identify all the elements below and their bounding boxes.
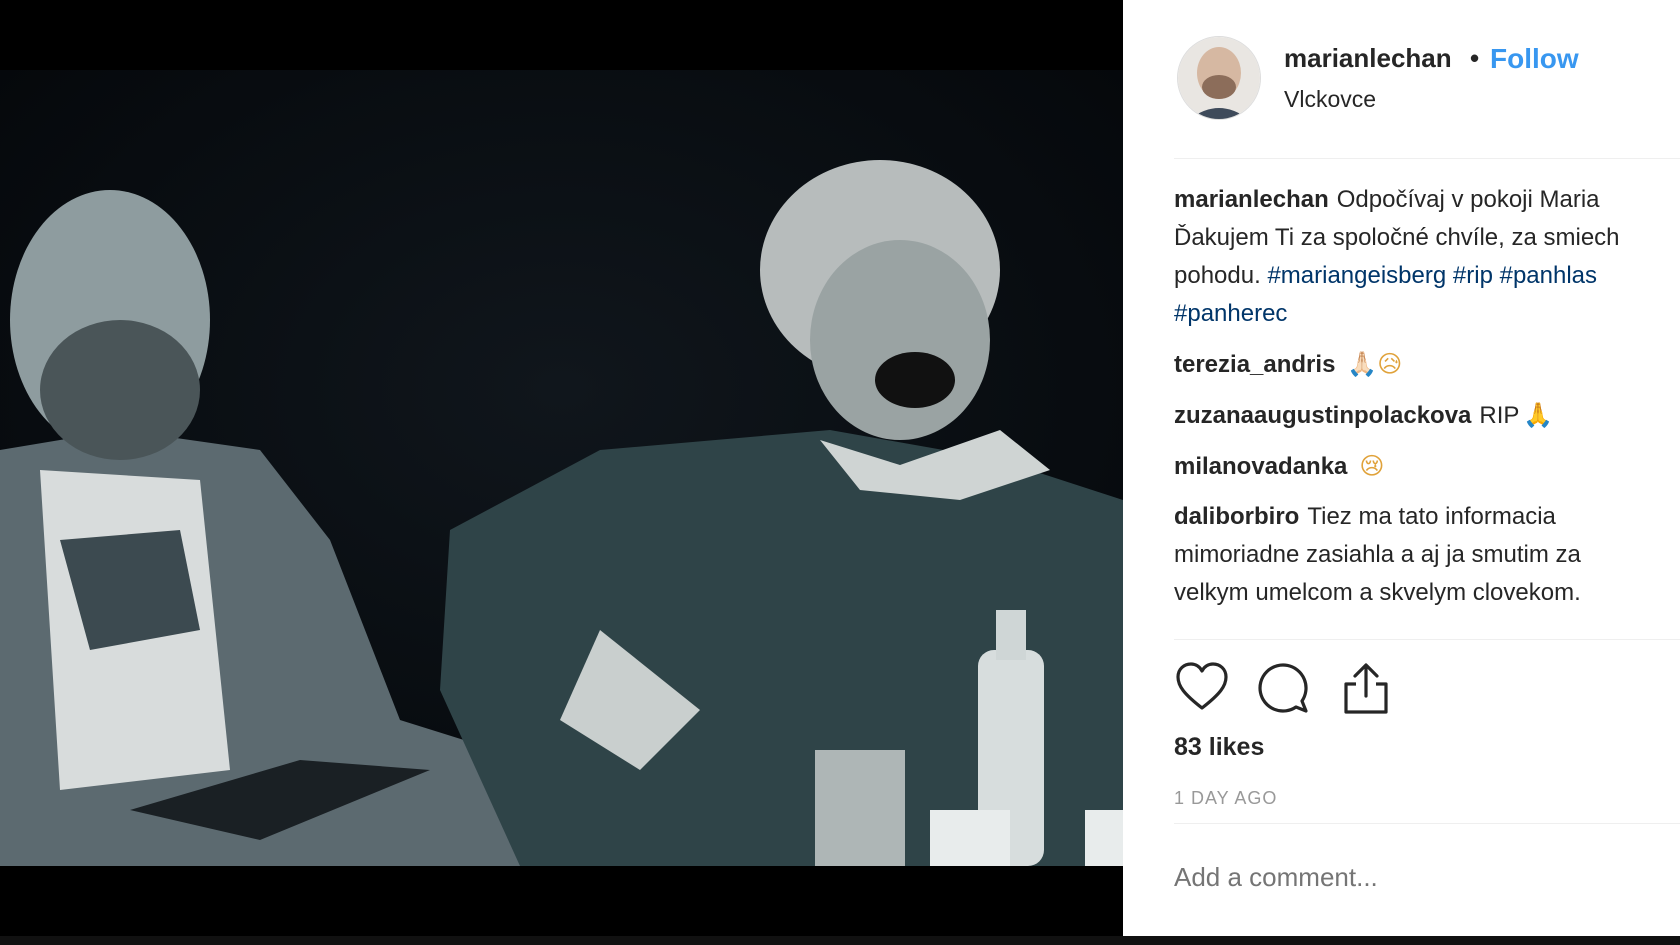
comment-text: Tiez ma tato informacia	[1307, 503, 1556, 530]
post-username[interactable]: marianlechan	[1284, 43, 1452, 74]
caption: marianlechan Odpočívaj v pokoji Maria Ďak…	[1174, 181, 1680, 333]
comment-emoji: 🙏🏻😥	[1347, 350, 1403, 378]
divider	[1174, 158, 1680, 159]
caption-line: Ďakujem Ti za spoločné chvíle, za smiech	[1174, 224, 1620, 251]
post-sidebar: marianlechan • Follow Vlckovce marianlec…	[1123, 0, 1680, 936]
caption-username[interactable]: marianlechan	[1174, 186, 1329, 213]
hashtag-link[interactable]: #rip	[1453, 262, 1493, 289]
avatar[interactable]	[1177, 36, 1261, 120]
separator-dot: •	[1470, 43, 1480, 73]
photo-illustration	[0, 70, 1123, 866]
post-photo[interactable]	[0, 70, 1123, 866]
comment-emoji: 🙏	[1523, 401, 1554, 429]
comment-line: velkym umelcom a skvelym clovekom.	[1174, 579, 1581, 606]
comment-username[interactable]: milanovadanka	[1174, 453, 1347, 480]
heart-icon[interactable]	[1174, 660, 1230, 716]
comment-emoji: 😢	[1359, 452, 1385, 480]
caption-line: pohodu. #mariangeisberg #rip #panhlas	[1174, 257, 1680, 295]
post-image-pane	[0, 0, 1123, 945]
comment-item: zuzanaaugustinpolackova RIP 🙏	[1174, 396, 1680, 435]
comment-line: daliborbiro Tiez ma tato informacia	[1174, 498, 1680, 536]
hashtag-link[interactable]: #mariangeisberg	[1267, 262, 1446, 289]
caption-line: #panherec	[1174, 295, 1680, 333]
hashtag-link[interactable]: #panhlas	[1500, 262, 1597, 289]
divider	[1174, 639, 1680, 640]
comment-icon[interactable]	[1256, 660, 1312, 716]
post-timestamp[interactable]: 1 DAY AGO	[1174, 788, 1277, 809]
add-comment-input[interactable]	[1174, 862, 1654, 893]
divider	[1174, 823, 1680, 824]
avatar-image	[1178, 37, 1260, 119]
comment-text: RIP	[1479, 402, 1520, 429]
caption-text: Odpočívaj v pokoji Maria	[1336, 186, 1600, 213]
comment-username[interactable]: zuzanaaugustinpolackova	[1174, 402, 1471, 429]
follow-button[interactable]: Follow	[1490, 43, 1579, 75]
comment-item: daliborbiro Tiez ma tato informacia mimor…	[1174, 498, 1680, 612]
post-header: marianlechan • Follow Vlckovce	[1123, 0, 1680, 158]
bottom-strip	[0, 936, 1680, 945]
post-location[interactable]: Vlckovce	[1284, 86, 1376, 113]
action-bar	[1174, 660, 1474, 716]
caption-text: pohodu.	[1174, 262, 1261, 289]
share-icon[interactable]	[1338, 660, 1394, 716]
comment-item: terezia_andris 🙏🏻😥	[1174, 345, 1680, 384]
caption-line: marianlechan Odpočívaj v pokoji Maria	[1174, 181, 1680, 219]
comment-line: mimoriadne zasiahla a aj ja smutim za	[1174, 541, 1581, 568]
comments-list[interactable]: marianlechan Odpočívaj v pokoji Maria Ďak…	[1174, 181, 1680, 639]
comment-username[interactable]: daliborbiro	[1174, 503, 1299, 530]
comment-username[interactable]: terezia_andris	[1174, 351, 1335, 378]
comment-item: milanovadanka 😢	[1174, 447, 1680, 486]
likes-count[interactable]: 83 likes	[1174, 733, 1264, 762]
hashtag-link[interactable]: #panherec	[1174, 300, 1287, 327]
